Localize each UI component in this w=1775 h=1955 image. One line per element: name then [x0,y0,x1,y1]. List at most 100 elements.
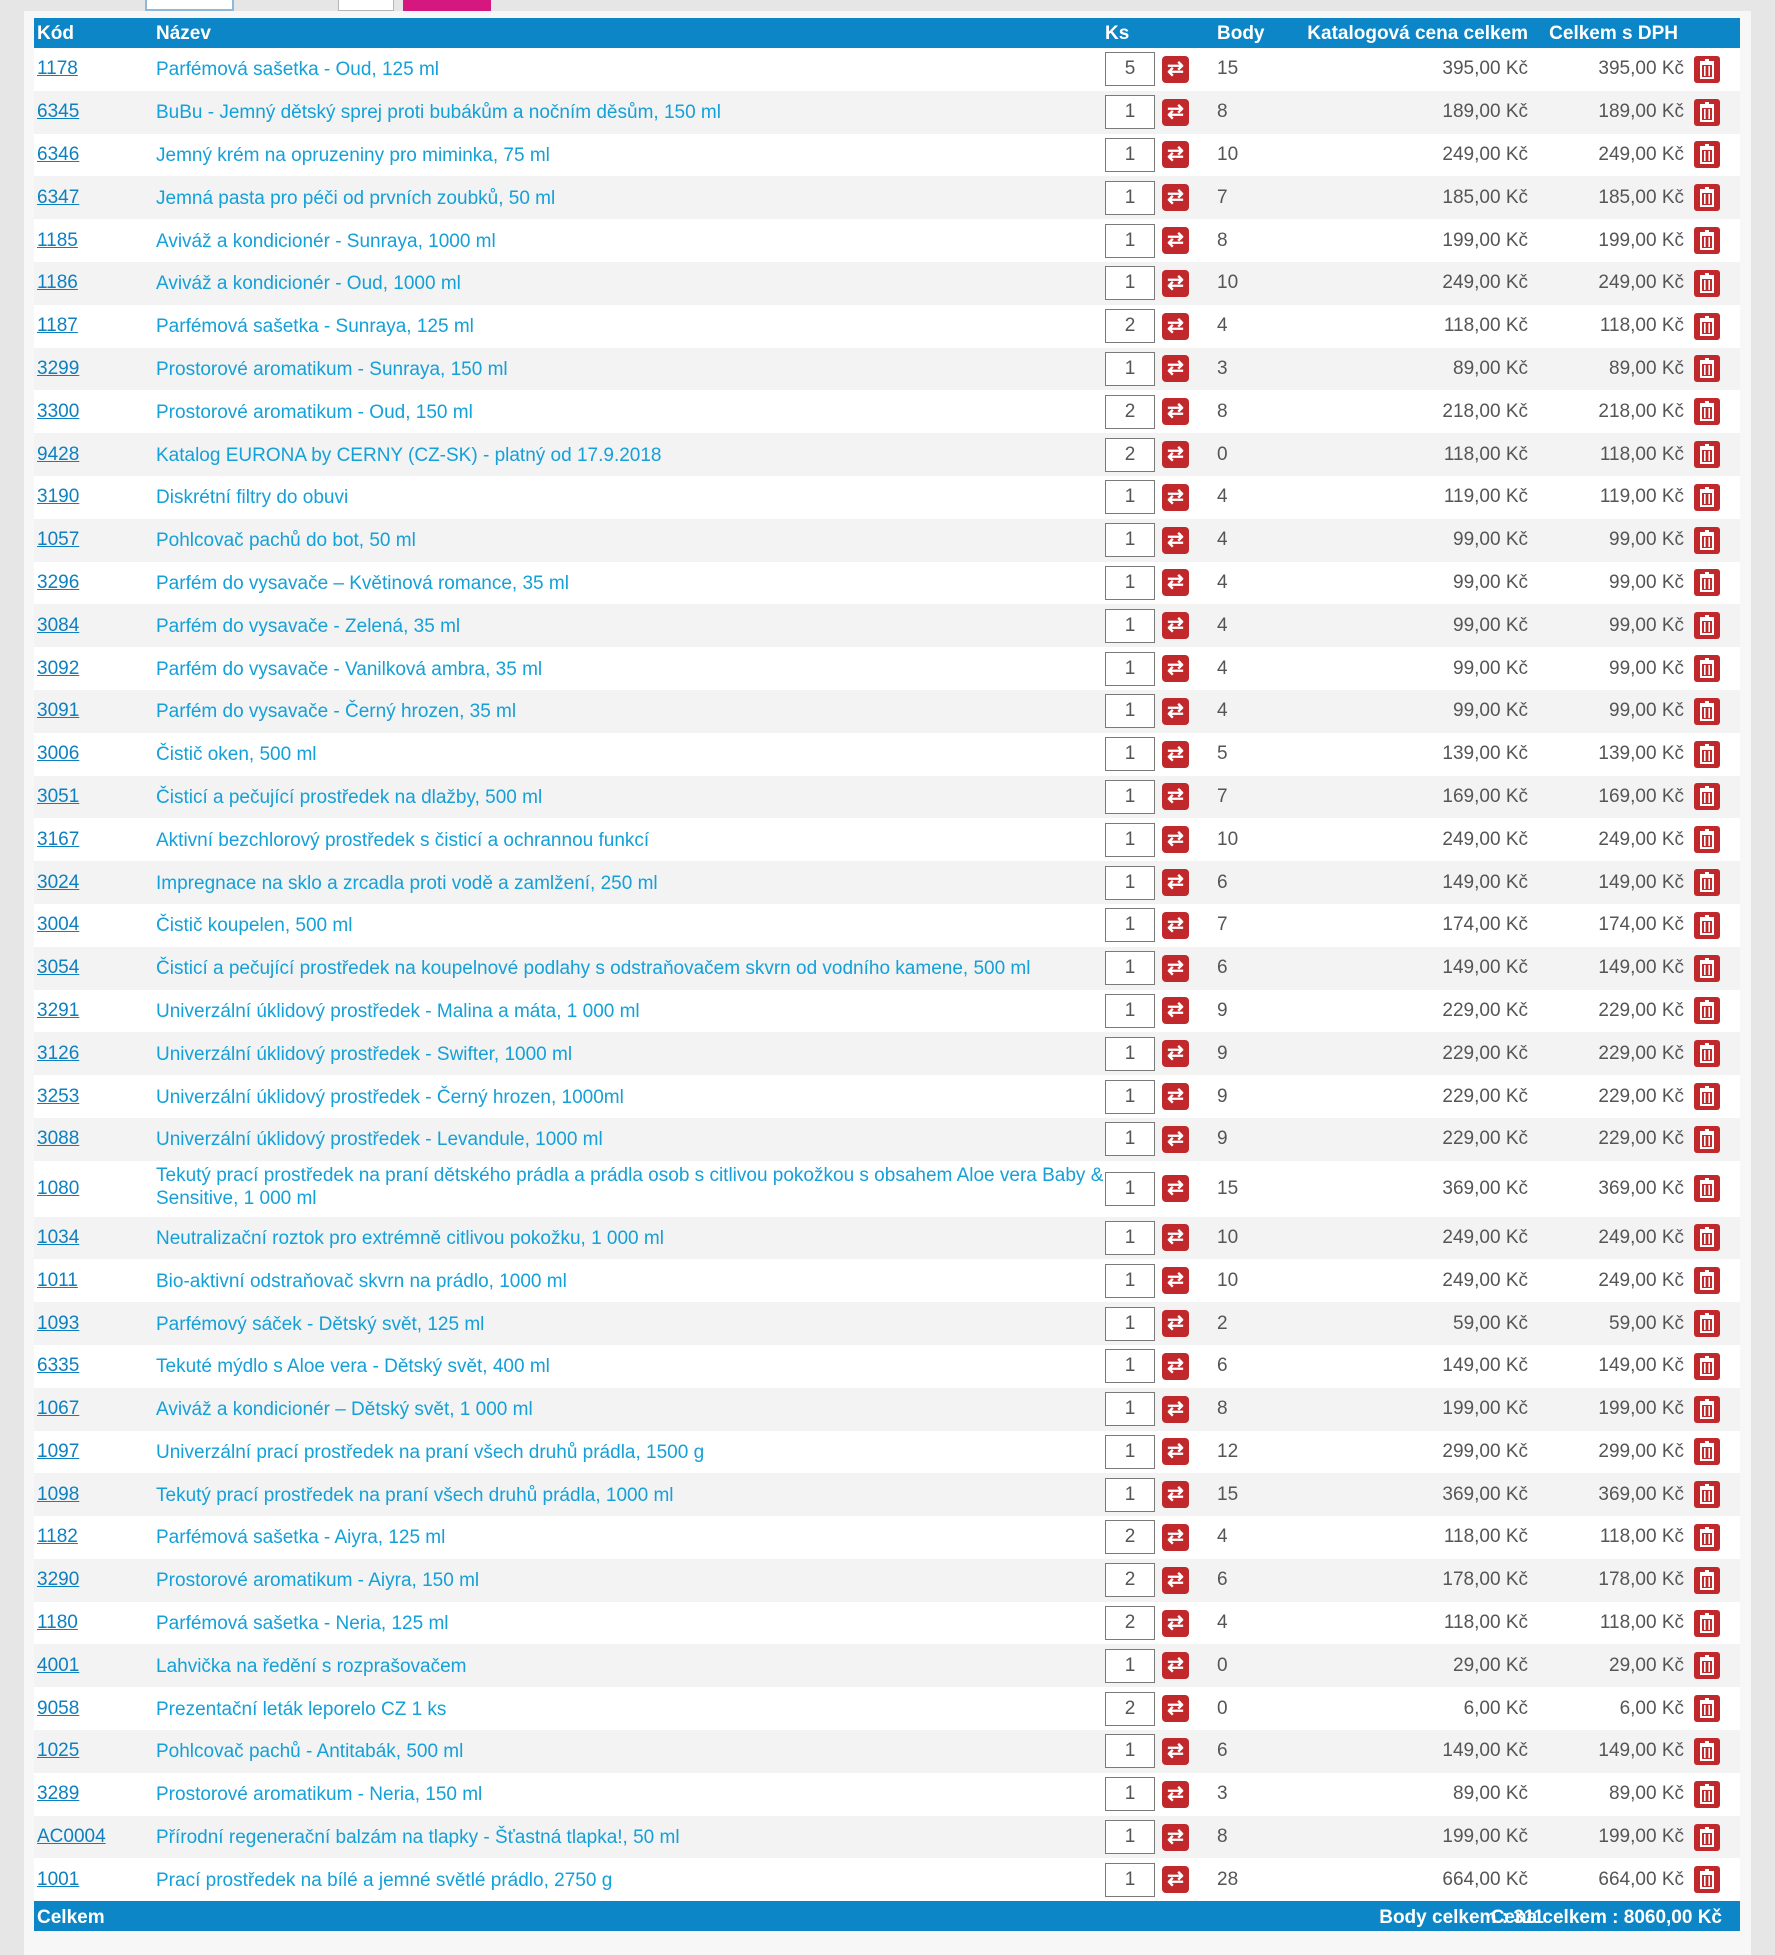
product-name-link[interactable]: Parfémová sašetka - Oud, 125 ml [156,58,1114,81]
refresh-icon[interactable]: ⇄ [1162,740,1189,768]
trash-icon[interactable] [1694,526,1720,554]
product-name-link[interactable]: Prostorové aromatikum - Neria, 150 ml [156,1783,1114,1806]
product-name-link[interactable]: Tekuté mýdlo s Aloe vera - Dětský svět, … [156,1355,1114,1378]
quantity-input[interactable]: 1 [1105,1349,1155,1384]
refresh-icon[interactable]: ⇄ [1162,1823,1189,1851]
product-name-link[interactable]: Parfém do vysavače - Černý hrozen, 35 ml [156,700,1114,723]
product-code-link[interactable]: 3290 [37,1569,79,1591]
quantity-input[interactable]: 1 [1105,1263,1155,1298]
refresh-icon[interactable]: ⇄ [1162,269,1189,297]
product-code-link[interactable]: 6345 [37,101,79,123]
quantity-input[interactable]: 2 [1105,1520,1155,1555]
product-name-link[interactable]: Jemná pasta pro péči od prvních zoubků, … [156,187,1114,210]
trash-icon[interactable] [1694,1652,1720,1680]
quantity-input[interactable]: 2 [1105,1606,1155,1641]
trash-icon[interactable] [1694,1040,1720,1068]
product-name-link[interactable]: Lahvička na ředění s rozprašovačem [156,1655,1114,1678]
product-code-link[interactable]: 1178 [37,58,78,80]
product-name-link[interactable]: Čisticí a pečující prostředek na koupeln… [156,957,1114,980]
product-name-link[interactable]: Prací prostředek na bílé a jemné světlé … [156,1869,1114,1892]
refresh-icon[interactable]: ⇄ [1162,184,1189,212]
refresh-icon[interactable]: ⇄ [1162,1310,1189,1337]
trash-icon[interactable] [1694,1267,1720,1295]
product-code-link[interactable]: 3006 [37,743,79,765]
trash-icon[interactable] [1694,569,1720,597]
quantity-input[interactable]: 1 [1105,95,1155,130]
product-code-link[interactable]: 3190 [37,486,79,508]
trash-icon[interactable] [1694,954,1720,982]
product-name-link[interactable]: Čistič oken, 500 ml [156,743,1114,766]
trash-icon[interactable] [1694,1395,1720,1423]
refresh-icon[interactable]: ⇄ [1162,1481,1189,1509]
product-code-link[interactable]: 1067 [37,1398,79,1420]
trash-icon[interactable] [1694,1523,1720,1551]
trash-icon[interactable] [1694,697,1720,725]
product-name-link[interactable]: Univerzální úklidový prostředek - Černý … [156,1086,1114,1109]
quantity-input[interactable]: 1 [1105,1171,1155,1206]
trash-icon[interactable] [1694,1083,1720,1111]
quantity-input[interactable]: 1 [1105,1477,1155,1512]
product-code-link[interactable]: 4001 [37,1655,79,1677]
product-code-link[interactable]: 3291 [37,1000,79,1022]
product-code-link[interactable]: 1097 [37,1441,79,1463]
product-code-link[interactable]: AC0004 [37,1826,106,1848]
quantity-input[interactable]: 2 [1105,1691,1155,1726]
refresh-icon[interactable]: ⇄ [1162,55,1189,83]
trash-icon[interactable] [1694,655,1720,683]
quantity-input[interactable]: 1 [1105,779,1155,814]
product-code-link[interactable]: 3092 [37,658,79,680]
refresh-icon[interactable]: ⇄ [1162,869,1189,897]
refresh-icon[interactable]: ⇄ [1162,826,1189,854]
product-name-link[interactable]: Aviváž a kondicionér - Sunraya, 1000 ml [156,230,1114,253]
trash-icon[interactable] [1694,826,1720,854]
product-name-link[interactable]: BuBu - Jemný dětský sprej proti bubákům … [156,101,1114,124]
trash-icon[interactable] [1694,355,1720,383]
quantity-input[interactable]: 1 [1105,1820,1155,1855]
trash-icon[interactable] [1694,98,1720,126]
refresh-icon[interactable]: ⇄ [1162,1780,1189,1808]
product-code-link[interactable]: 1057 [37,529,79,551]
quantity-input[interactable]: 1 [1105,1734,1155,1769]
trash-icon[interactable] [1694,227,1720,255]
refresh-icon[interactable]: ⇄ [1162,1695,1189,1723]
product-code-link[interactable]: 3004 [37,914,79,936]
top-quantity-field[interactable] [338,0,394,11]
product-code-link[interactable]: 1186 [37,272,78,294]
trash-icon[interactable] [1694,1310,1720,1337]
trash-icon[interactable] [1694,55,1720,83]
refresh-icon[interactable]: ⇄ [1162,697,1189,725]
product-name-link[interactable]: Parfém do vysavače – Květinová romance, … [156,572,1114,595]
quantity-input[interactable]: 1 [1105,223,1155,258]
quantity-input[interactable]: 1 [1105,1862,1155,1897]
product-name-link[interactable]: Parfémová sašetka - Sunraya, 125 ml [156,315,1114,338]
product-name-link[interactable]: Čisticí a pečující prostředek na dlažby,… [156,786,1114,809]
product-name-link[interactable]: Parfém do vysavače - Vanilková ambra, 35… [156,658,1114,681]
trash-icon[interactable] [1694,441,1720,469]
refresh-icon[interactable]: ⇄ [1162,911,1189,939]
quantity-input[interactable]: 2 [1105,437,1155,472]
product-code-link[interactable]: 1080 [37,1178,79,1200]
refresh-icon[interactable]: ⇄ [1162,954,1189,982]
product-code-link[interactable]: 1011 [37,1270,78,1292]
product-name-link[interactable]: Pohlcovač pachů - Antitabák, 500 ml [156,1740,1114,1763]
quantity-input[interactable]: 1 [1105,137,1155,172]
refresh-icon[interactable]: ⇄ [1162,1737,1189,1765]
product-code-link[interactable]: 1185 [37,230,78,252]
product-name-link[interactable]: Tekutý prací prostředek na praní dětskéh… [156,1164,1114,1210]
quantity-input[interactable]: 2 [1105,309,1155,344]
refresh-icon[interactable]: ⇄ [1162,398,1189,426]
product-name-link[interactable]: Pohlcovač pachů do bot, 50 ml [156,529,1114,552]
trash-icon[interactable] [1694,269,1720,297]
product-code-link[interactable]: 3126 [37,1043,79,1065]
quantity-input[interactable]: 1 [1105,908,1155,943]
product-code-link[interactable]: 3253 [37,1086,79,1108]
product-code-link[interactable]: 3289 [37,1783,79,1805]
product-name-link[interactable]: Parfémový sáček - Dětský svět, 125 ml [156,1313,1114,1336]
refresh-icon[interactable]: ⇄ [1162,997,1189,1025]
product-name-link[interactable]: Aktivní bezchlorový prostředek s čisticí… [156,829,1114,852]
product-code-link[interactable]: 9058 [37,1698,79,1720]
quantity-input[interactable]: 1 [1105,1306,1155,1341]
product-code-link[interactable]: 3054 [37,957,79,979]
quantity-input[interactable]: 1 [1105,523,1155,558]
refresh-icon[interactable]: ⇄ [1162,1566,1189,1594]
